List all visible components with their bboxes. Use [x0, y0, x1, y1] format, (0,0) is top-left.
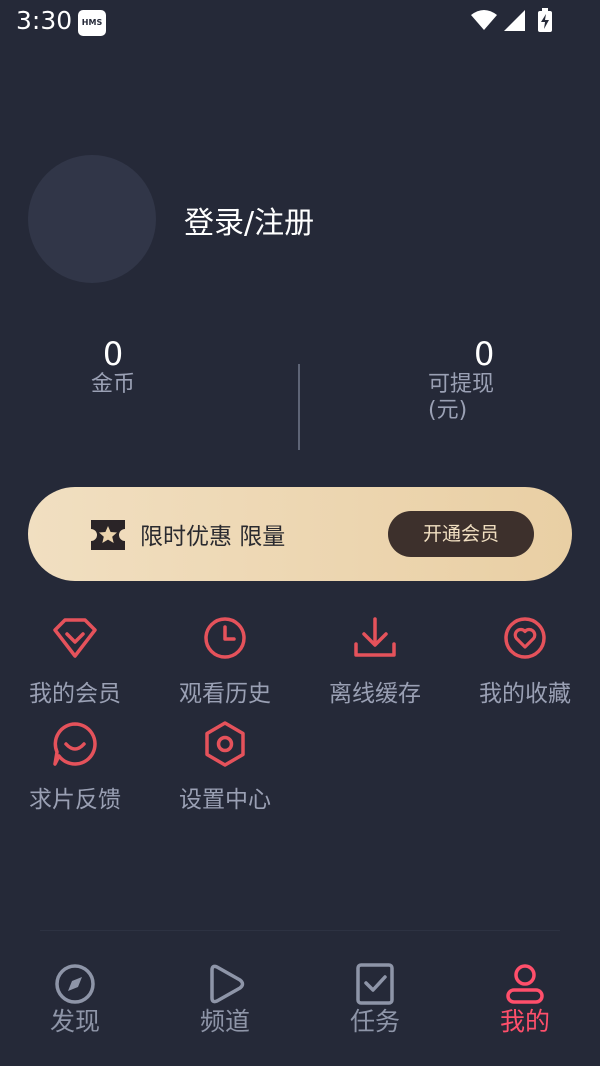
- diamond-icon: [53, 618, 97, 658]
- hms-badge-icon: HMS: [78, 10, 106, 36]
- tab-channels[interactable]: 频道: [150, 962, 300, 1036]
- withdrawable-stat[interactable]: 0 可提现 (元): [400, 336, 570, 424]
- tab-mine[interactable]: 我的: [450, 962, 600, 1036]
- vip-ticket-icon: [91, 520, 125, 550]
- coins-stat[interactable]: 0 金币: [58, 336, 168, 398]
- heart-icon: [504, 617, 546, 659]
- withdrawable-value: 0: [474, 335, 495, 373]
- smile-chat-icon: [53, 722, 97, 766]
- menu-item-my-membership[interactable]: 我的会员: [0, 614, 150, 708]
- play-icon: [210, 964, 245, 1004]
- status-bar: 3:30 HMS: [0, 0, 600, 48]
- battery-charging-icon: [538, 8, 552, 32]
- person-icon: [506, 964, 544, 1004]
- vip-promo-text: 限时优惠 限量: [140, 524, 286, 550]
- menu-item-my-favorites[interactable]: 我的收藏: [450, 614, 600, 708]
- tab-label: 任务: [349, 1007, 400, 1036]
- coins-label: 金币: [90, 372, 135, 397]
- tab-label: 我的: [499, 1007, 550, 1036]
- tab-tasks[interactable]: 任务: [300, 962, 450, 1036]
- wifi-icon: [471, 10, 497, 30]
- menu-label: 观看历史: [179, 681, 271, 707]
- stats-divider: [298, 364, 300, 450]
- withdrawable-label: 可提现: [428, 372, 495, 397]
- open-vip-button[interactable]: 开通会员: [388, 511, 534, 557]
- avatar[interactable]: [28, 155, 156, 283]
- menu-label: 设置中心: [179, 787, 271, 813]
- status-time: 3:30: [16, 6, 73, 35]
- login-register-link[interactable]: 登录/注册: [184, 198, 314, 242]
- vip-banner[interactable]: 限时优惠 限量 开通会员: [28, 487, 572, 581]
- hexagon-gear-icon: [205, 721, 245, 767]
- download-icon: [354, 617, 396, 657]
- menu-label: 我的会员: [29, 681, 121, 707]
- menu-item-offline-cache[interactable]: 离线缓存: [300, 614, 450, 708]
- menu-label: 求片反馈: [29, 787, 121, 813]
- tab-discover[interactable]: 发现: [0, 962, 150, 1036]
- coins-value: 0: [102, 335, 124, 373]
- clock-icon: [204, 617, 246, 659]
- tab-label: 频道: [199, 1007, 250, 1036]
- tab-label: 发现: [49, 1007, 100, 1036]
- menu-label: 离线缓存: [329, 681, 421, 707]
- compass-icon: [55, 964, 95, 1004]
- menu-item-request-feedback[interactable]: 求片反馈: [0, 720, 150, 814]
- menu-item-settings-center[interactable]: 设置中心: [150, 720, 300, 814]
- withdrawable-unit: (元): [428, 398, 468, 423]
- menu-label: 我的收藏: [479, 681, 571, 707]
- menu-item-watch-history[interactable]: 观看历史: [150, 614, 300, 708]
- bottom-nav-divider: [40, 930, 560, 931]
- task-check-icon: [356, 963, 394, 1005]
- signal-icon: [504, 10, 525, 31]
